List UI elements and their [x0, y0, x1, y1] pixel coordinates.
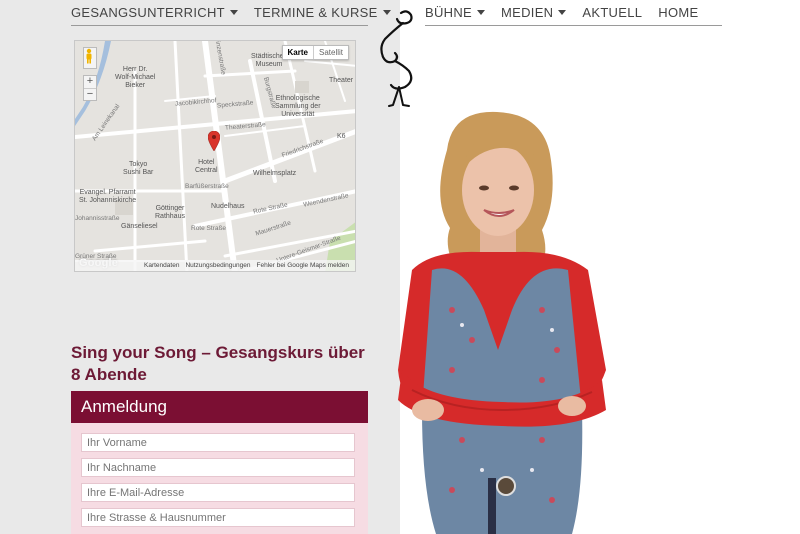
pegman-icon[interactable]	[83, 47, 97, 69]
nav-termine-kurse[interactable]: TERMINE & KURSE	[254, 5, 391, 20]
chevron-down-icon	[558, 10, 567, 15]
map-label-goettinger: Göttinger Rathhaus	[155, 205, 185, 220]
map-label-theater: Theater	[329, 77, 354, 84]
last-name-field[interactable]	[81, 458, 355, 477]
google-map[interactable]: Städtisches Museum Herr Dr. Wolf-Michael Bi…	[74, 40, 356, 272]
course-title: Sing your Song – Gesangskurs über 8 Aben…	[71, 343, 365, 384]
first-name-field[interactable]	[81, 433, 355, 452]
nav-label: GESANGSUNTERRICHT	[71, 5, 225, 20]
map-type-satellite-button[interactable]: Satellit	[312, 46, 348, 59]
nav-label: HOME	[658, 5, 699, 20]
map-label-tokyo: Tokyo Sushi Bar	[123, 161, 154, 176]
zoom-control: + −	[83, 75, 97, 101]
chevron-down-icon	[229, 10, 238, 15]
form-header: Anmeldung	[71, 391, 368, 423]
registration-form: Anmeldung	[71, 391, 368, 534]
map-report-link[interactable]: Fehler bei Google Maps melden	[257, 262, 350, 269]
nav-home[interactable]: HOME	[658, 5, 698, 20]
map-label-rote-strasse-2: Rote Straße	[191, 225, 227, 232]
map-label-k6: K6	[337, 133, 346, 140]
nav-label: AKTUELL	[582, 5, 643, 20]
map-data-link[interactable]: Kartendaten	[144, 262, 179, 269]
map-label-bieker: Herr Dr. Wolf-Michael Bieker	[115, 66, 156, 89]
nav-medien[interactable]: MEDIEN	[501, 5, 567, 20]
zoom-in-button[interactable]: +	[84, 76, 96, 88]
map-label-hotel: Hotel Central	[195, 159, 218, 174]
map-label-barfuesser: Barfüßerstraße	[185, 183, 229, 190]
nav-label: MEDIEN	[501, 5, 554, 20]
map-type-map-button[interactable]: Karte	[283, 46, 313, 59]
map-terms-link[interactable]: Nutzungsbedingungen	[185, 262, 250, 269]
email-field[interactable]	[81, 483, 355, 502]
nav-label: BÜHNE	[425, 5, 473, 20]
nav-aktuell[interactable]: AKTUELL	[582, 5, 642, 20]
map-footer: Kartendaten Nutzungsbedingungen Fehler b…	[75, 260, 355, 271]
main-nav-right: BÜHNE MEDIEN AKTUELL HOME	[425, 0, 722, 26]
map-label-nudelhaus: Nudelhaus	[211, 203, 245, 210]
main-nav-left: GESANGSUNTERRICHT TERMINE & KURSE	[71, 0, 391, 26]
stick-figure-logo-icon[interactable]	[377, 9, 419, 114]
map-type-control: Karte Satellit	[281, 45, 349, 60]
nav-label: TERMINE & KURSE	[253, 5, 378, 20]
zoom-out-button[interactable]: −	[84, 88, 96, 100]
map-label-gaenseliesel: Gänseliesel	[121, 223, 158, 230]
nav-buehne[interactable]: BÜHNE	[425, 5, 486, 20]
portrait-photo	[392, 110, 622, 534]
street-field[interactable]	[81, 508, 355, 527]
map-label-wilhelmsplatz: Wilhelmsplatz	[253, 170, 297, 177]
map-label-pfarramt: Evangel. Pfarramt St. Johanniskirche	[79, 189, 137, 204]
chevron-down-icon	[477, 10, 486, 15]
nav-gesangsunterricht[interactable]: GESANGSUNTERRICHT	[71, 5, 238, 20]
map-label-ethno: Ethnologische Sammlung der Universität	[275, 95, 321, 118]
map-label-johannis: Johannisstraße	[75, 215, 120, 222]
